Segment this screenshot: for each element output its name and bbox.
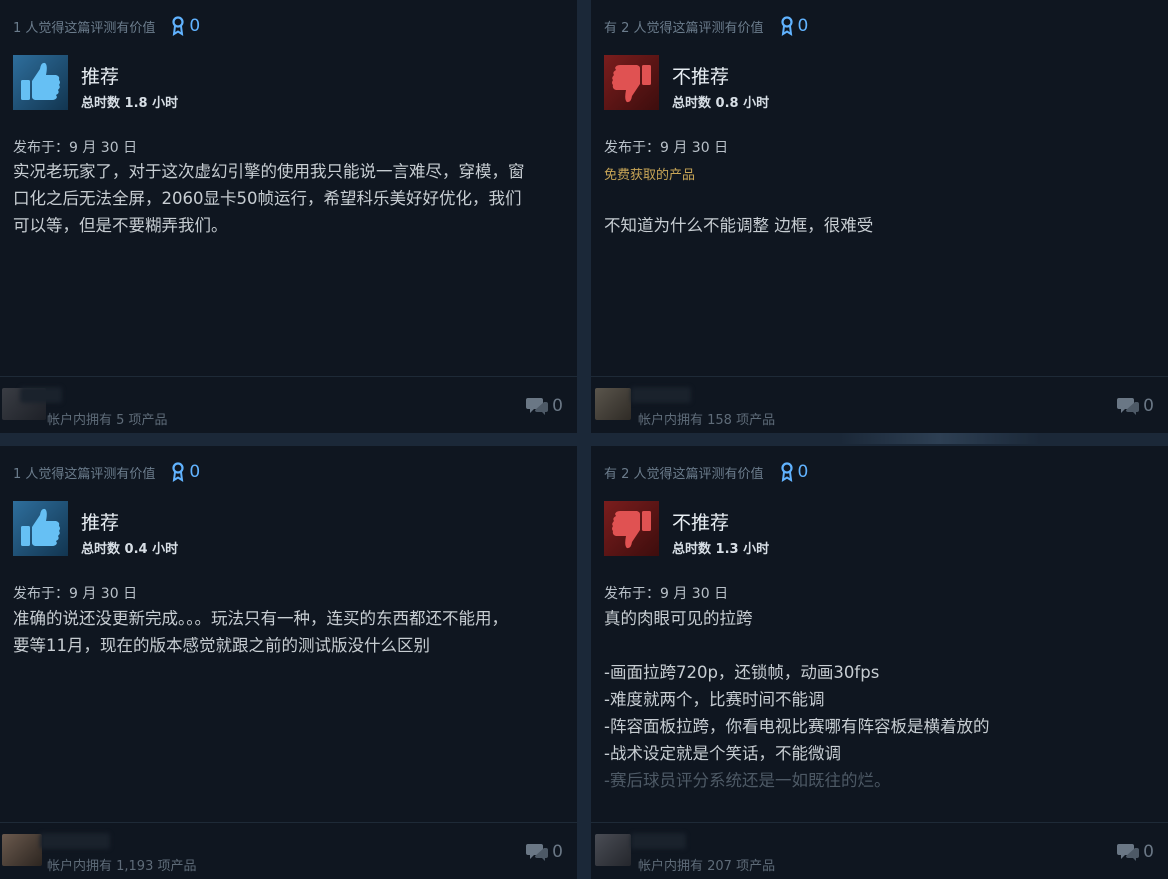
award-ribbon-icon xyxy=(780,462,793,482)
review-line-faded: -赛后球员评分系统还是一如既往的烂。 xyxy=(604,771,891,790)
review-line: -难度就两个，比赛时间不能调 xyxy=(604,690,825,709)
review-body: 真的肉眼可见的拉跨 -画面拉跨720p，还锁帧，动画30fps -难度就两个，比… xyxy=(604,605,1149,794)
comment-count: 0 xyxy=(1143,396,1154,416)
helpful-text: 有 2 人觉得这篇评测有价值 xyxy=(604,466,764,482)
avatar[interactable] xyxy=(2,834,42,866)
helpful-text: 1 人觉得这篇评测有价值 xyxy=(13,466,156,482)
review-body: 不知道为什么不能调整 边框，很难受 xyxy=(604,212,1149,239)
posted-date: 发布于：9 月 30 日 xyxy=(13,586,138,602)
playtime-hours: 总时数 0.8 小时 xyxy=(672,96,770,111)
posted-date: 发布于：9 月 30 日 xyxy=(13,140,138,156)
posted-date: 发布于：9 月 30 日 xyxy=(604,586,729,602)
review-line: -阵容面板拉跨，你看电视比赛哪有阵容板是横着放的 xyxy=(604,717,990,736)
award-button[interactable]: 0 xyxy=(780,461,809,482)
comment-button[interactable]: 0 xyxy=(1117,842,1154,862)
thumbs-down-icon[interactable] xyxy=(604,501,659,556)
avatar[interactable] xyxy=(595,834,631,866)
comment-count: 0 xyxy=(1143,842,1154,862)
award-ribbon-icon xyxy=(172,462,185,482)
comment-count: 0 xyxy=(552,842,563,862)
award-count: 0 xyxy=(797,15,809,36)
award-button[interactable]: 0 xyxy=(780,15,809,36)
products-owned: 帐户内拥有 1,193 项产品 xyxy=(47,859,197,874)
award-ribbon-icon xyxy=(172,16,185,36)
products-owned: 帐户内拥有 5 项产品 xyxy=(47,413,168,428)
comment-bubble-icon xyxy=(1117,398,1140,415)
award-count: 0 xyxy=(189,15,201,36)
posted-date: 发布于：9 月 30 日 xyxy=(604,140,729,156)
award-ribbon-icon xyxy=(780,16,793,36)
review-body: 准确的说还没更新完成。。。玩法只有一种，连买的东西都还不能用， 要等11月，现在… xyxy=(13,605,558,659)
helpful-count-row: 1 人觉得这篇评测有价值 0 xyxy=(13,462,200,482)
comment-bubble-icon xyxy=(526,398,549,415)
comment-bubble-icon xyxy=(1117,844,1140,861)
thumbs-up-icon[interactable] xyxy=(13,501,68,556)
review-verdict[interactable]: 推荐 xyxy=(81,508,119,535)
review-line: 不知道为什么不能调整 边框，很难受 xyxy=(604,216,874,235)
review-line: 口化之后无法全屏，2060显卡50帧运行，希望科乐美好好优化，我们 xyxy=(13,189,522,208)
divider xyxy=(591,376,1168,377)
helpful-text: 1 人觉得这篇评测有价值 xyxy=(13,20,156,36)
helpful-count-row: 有 2 人觉得这篇评测有价值 0 xyxy=(604,462,808,482)
blurred-username[interactable] xyxy=(631,387,691,403)
review-line: 实况老玩家了，对于这次虚幻引擎的使用我只能说一言难尽，穿模，窗 xyxy=(13,162,525,181)
helpful-text: 有 2 人觉得这篇评测有价值 xyxy=(604,20,764,36)
award-count: 0 xyxy=(797,461,809,482)
divider xyxy=(0,376,577,377)
award-button[interactable]: 0 xyxy=(171,462,200,482)
review-verdict[interactable]: 不推荐 xyxy=(672,62,729,89)
products-owned: 帐户内拥有 158 项产品 xyxy=(638,413,776,428)
review-line: 真的肉眼可见的拉跨 xyxy=(604,609,753,628)
review-line: -战术设定就是个笑话，不能微调 xyxy=(604,744,841,763)
award-button[interactable]: 0 xyxy=(171,16,200,36)
review-line: 准确的说还没更新完成。。。玩法只有一种，连买的东西都还不能用， xyxy=(13,609,508,628)
products-owned: 帐户内拥有 207 项产品 xyxy=(638,859,776,874)
playtime-hours: 总时数 1.3 小时 xyxy=(672,542,770,557)
review-card[interactable]: 1 人觉得这篇评测有价值 0 推荐 总时数 1.8 小时 发布于：9 月 30 … xyxy=(0,0,577,433)
divider xyxy=(591,822,1168,823)
comment-button[interactable]: 0 xyxy=(526,842,563,862)
comment-bubble-icon xyxy=(526,844,549,861)
review-verdict[interactable]: 不推荐 xyxy=(672,508,729,535)
avatar[interactable] xyxy=(595,388,631,420)
award-count: 0 xyxy=(189,461,201,482)
comment-count: 0 xyxy=(552,396,563,416)
playtime-hours: 总时数 0.4 小时 xyxy=(81,542,179,557)
helpful-count-row: 有 2 人觉得这篇评测有价值 0 xyxy=(604,16,808,36)
blurred-username[interactable] xyxy=(20,387,62,403)
thumbs-up-icon[interactable] xyxy=(13,55,68,110)
playtime-hours: 总时数 1.8 小时 xyxy=(81,96,179,111)
review-verdict[interactable]: 推荐 xyxy=(81,62,119,89)
review-card[interactable]: 有 2 人觉得这篇评测有价值 0 不推荐 总时数 1.3 小时 发布于：9 月 … xyxy=(591,446,1168,879)
helpful-count-row: 1 人觉得这篇评测有价值 0 xyxy=(13,16,200,36)
review-line: -画面拉跨720p，还锁帧，动画30fps xyxy=(604,663,880,682)
review-card[interactable]: 1 人觉得这篇评测有价值 0 推荐 总时数 0.4 小时 发布于：9 月 30 … xyxy=(0,446,577,879)
review-line: 可以等，但是不要糊弄我们。 xyxy=(13,216,228,235)
thumbs-down-icon[interactable] xyxy=(604,55,659,110)
review-line xyxy=(604,632,1149,659)
comment-button[interactable]: 0 xyxy=(526,396,563,416)
blurred-username[interactable] xyxy=(631,833,686,849)
review-body: 实况老玩家了，对于这次虚幻引擎的使用我只能说一言难尽，穿模，窗 口化之后无法全屏… xyxy=(13,158,558,239)
blurred-username[interactable] xyxy=(40,833,110,849)
free-product-label: 免费获取的产品 xyxy=(604,168,696,183)
review-line: 要等11月，现在的版本感觉就跟之前的测试版没什么区别 xyxy=(13,636,430,655)
comment-button[interactable]: 0 xyxy=(1117,396,1154,416)
review-card[interactable]: 有 2 人觉得这篇评测有价值 0 不推荐 总时数 0.8 小时 发布于：9 月 … xyxy=(591,0,1168,433)
divider xyxy=(0,822,577,823)
